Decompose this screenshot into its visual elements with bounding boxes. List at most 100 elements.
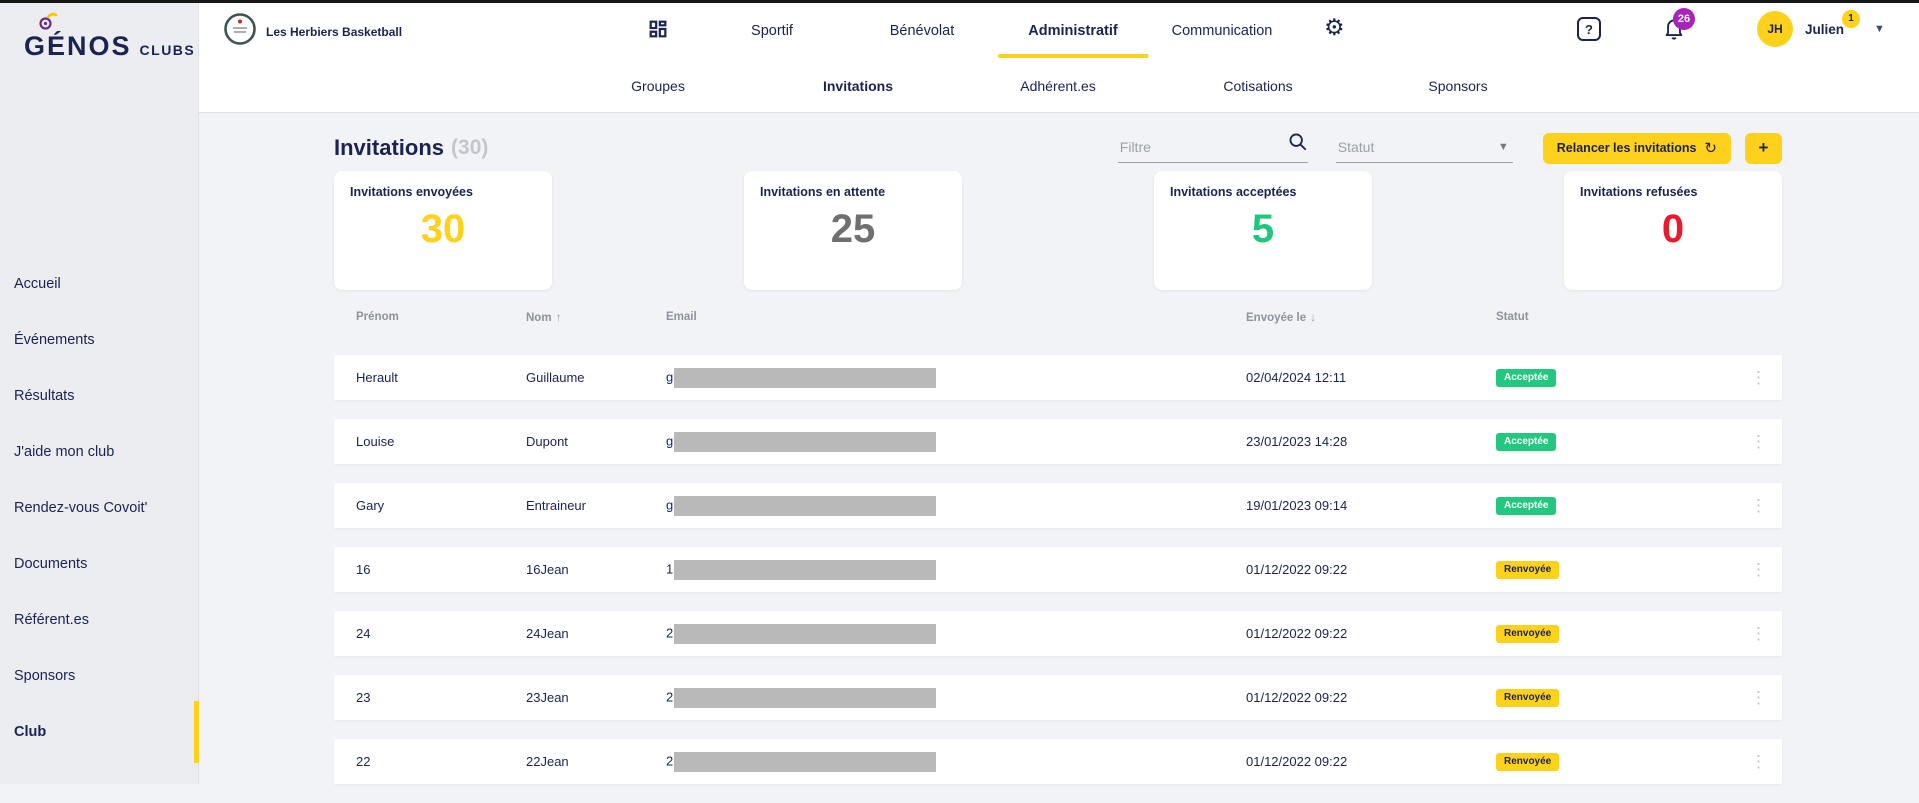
chevron-down-icon: ▼ xyxy=(1874,23,1885,35)
redacted-email-bar xyxy=(674,496,936,516)
cell-statut: Renvoyée xyxy=(1496,688,1746,707)
sidebar-item-3[interactable]: J'aide mon club xyxy=(0,424,199,480)
sidebar: GÉNOS CLUBS Accueil Événements Résultats… xyxy=(0,3,199,784)
sidebar-item-label: J'aide mon club xyxy=(14,444,114,460)
redacted-email-bar xyxy=(674,688,936,708)
add-invitation-button[interactable]: + xyxy=(1745,133,1782,164)
status-badge: Renvoyée xyxy=(1496,753,1559,771)
secondary-tab[interactable]: Invitations xyxy=(823,58,893,113)
cell-nom: 22Jean xyxy=(526,754,666,769)
sidebar-item-4[interactable]: Rendez-vous Covoit' xyxy=(0,480,199,536)
sort-desc-icon: ↓ xyxy=(1310,310,1316,324)
cell-nom: Guillaume xyxy=(526,370,666,385)
sidebar-item-label: Rendez-vous Covoit' xyxy=(14,500,147,516)
status-badge: Acceptée xyxy=(1496,497,1556,515)
stat-card-label: Invitations refusées xyxy=(1580,185,1766,199)
sidebar-item-label: Sponsors xyxy=(14,668,75,684)
row-menu-kebab-icon[interactable]: ⋮ xyxy=(1746,560,1771,580)
secondary-tab[interactable]: Groupes xyxy=(631,58,685,113)
cell-prenom: Gary xyxy=(356,498,526,513)
club-name: Les Herbiers Basketball xyxy=(266,25,402,39)
top-header: Les Herbiers Basketball Sportif Bénévolat… xyxy=(199,3,1919,113)
cell-statut: Acceptée xyxy=(1496,368,1746,387)
sidebar-item-6[interactable]: Référent.es xyxy=(0,592,199,648)
notifications-bell[interactable]: 26 xyxy=(1661,15,1687,46)
secondary-tab[interactable]: Cotisations xyxy=(1223,58,1292,113)
row-menu-kebab-icon[interactable]: ⋮ xyxy=(1746,688,1771,708)
sort-asc-icon: ↑ xyxy=(556,310,562,324)
primary-tab[interactable]: Bénévolat xyxy=(890,3,955,58)
club-logo xyxy=(224,13,256,50)
chevron-down-icon: ▼ xyxy=(1498,141,1509,153)
dashboard-grid-icon[interactable] xyxy=(647,18,669,45)
brand-name: GÉNOS xyxy=(24,31,132,62)
sidebar-item-label: Club xyxy=(14,724,46,740)
primary-tab[interactable]: Administratif xyxy=(1028,3,1117,58)
cell-date: 01/12/2022 09:22 xyxy=(1246,562,1496,577)
redacted-email-bar xyxy=(674,432,936,452)
redacted-email-bar xyxy=(674,560,936,580)
genos-clubs-logo[interactable]: GÉNOS CLUBS xyxy=(24,11,199,71)
status-badge: Renvoyée xyxy=(1496,689,1559,707)
cell-email: 2 xyxy=(666,752,1246,772)
sidebar-item-7[interactable]: Sponsors xyxy=(0,648,199,704)
cell-prenom: 22 xyxy=(356,754,526,769)
cell-nom: 16Jean xyxy=(526,562,666,577)
cell-date: 23/01/2023 14:28 xyxy=(1246,434,1496,449)
cell-date: 01/12/2022 09:22 xyxy=(1246,754,1496,769)
help-icon[interactable]: ? xyxy=(1577,17,1601,41)
table-header: Prénom Nom↑ Email Envoyée le↓ Statut xyxy=(334,310,1782,324)
sidebar-item-8[interactable]: Club xyxy=(0,704,199,760)
window-top-strip xyxy=(0,0,1919,3)
main-nav-row: Les Herbiers Basketball Sportif Bénévolat… xyxy=(199,3,1919,58)
stat-card: Invitations acceptées 5 xyxy=(1154,171,1372,290)
sidebar-item-1[interactable]: Événements xyxy=(0,312,199,368)
stat-card: Invitations refusées 0 xyxy=(1564,171,1782,290)
stat-card: Invitations en attente 25 xyxy=(744,171,962,290)
cell-prenom: 24 xyxy=(356,626,526,641)
stat-card-value: 5 xyxy=(1170,207,1356,252)
row-menu-kebab-icon[interactable]: ⋮ xyxy=(1746,496,1771,516)
sidebar-item-label: Résultats xyxy=(14,388,74,404)
stat-card-value: 30 xyxy=(350,207,536,252)
sidebar-item-2[interactable]: Résultats xyxy=(0,368,199,424)
row-menu-kebab-icon[interactable]: ⋮ xyxy=(1746,752,1771,772)
club-selector[interactable]: Les Herbiers Basketball xyxy=(224,13,402,50)
cell-nom: 23Jean xyxy=(526,690,666,705)
filter-field xyxy=(1118,133,1308,163)
cell-email: g xyxy=(666,432,1246,452)
row-menu-kebab-icon[interactable]: ⋮ xyxy=(1746,432,1771,452)
col-envoyee-le[interactable]: Envoyée le↓ xyxy=(1246,310,1496,324)
stat-card-value: 0 xyxy=(1580,207,1766,252)
cell-email: g xyxy=(666,496,1246,516)
sidebar-item-0[interactable]: Accueil xyxy=(0,256,199,312)
cell-date: 02/04/2024 12:11 xyxy=(1246,370,1496,385)
relaunch-invitations-button[interactable]: Relancer les invitations ↻ xyxy=(1543,133,1731,164)
table-row: 22 22Jean 2 01/12/2022 09:22 Renvoyée ⋮ xyxy=(334,739,1782,784)
table-row: 23 23Jean 2 01/12/2022 09:22 Renvoyée ⋮ xyxy=(334,675,1782,720)
secondary-nav-row: Groupes Invitations Adhérent.es Cotisations… xyxy=(199,58,1919,113)
status-badge: Acceptée xyxy=(1496,369,1556,387)
row-menu-kebab-icon[interactable]: ⋮ xyxy=(1746,624,1771,644)
secondary-tab[interactable]: Sponsors xyxy=(1428,58,1487,113)
cell-prenom: Herault xyxy=(356,370,526,385)
primary-tab[interactable]: Communication xyxy=(1172,3,1273,58)
table-row: 24 24Jean 2 01/12/2022 09:22 Renvoyée ⋮ xyxy=(334,611,1782,656)
col-nom[interactable]: Nom↑ xyxy=(526,310,666,324)
sidebar-item-5[interactable]: Documents xyxy=(0,536,199,592)
stat-card-label: Invitations en attente xyxy=(760,185,946,199)
sidebar-nav: Accueil Événements Résultats J'aide mon … xyxy=(0,256,199,760)
secondary-tab[interactable]: Adhérent.es xyxy=(1020,58,1096,113)
status-filter-select[interactable]: Statut ▼ xyxy=(1336,133,1513,163)
user-count-badge: 1 xyxy=(1842,10,1860,28)
settings-gear-icon[interactable]: ⚙ xyxy=(1324,16,1345,39)
search-icon xyxy=(1288,132,1308,157)
sidebar-item-label: Événements xyxy=(14,332,95,348)
col-statut: Statut xyxy=(1496,311,1746,323)
stat-card-label: Invitations envoyées xyxy=(350,185,536,199)
filter-input[interactable] xyxy=(1118,133,1278,162)
user-menu[interactable]: JH Julien 1 ▼ xyxy=(1757,11,1885,47)
row-menu-kebab-icon[interactable]: ⋮ xyxy=(1746,368,1771,388)
cell-date: 01/12/2022 09:22 xyxy=(1246,626,1496,641)
primary-tab[interactable]: Sportif xyxy=(751,3,793,58)
